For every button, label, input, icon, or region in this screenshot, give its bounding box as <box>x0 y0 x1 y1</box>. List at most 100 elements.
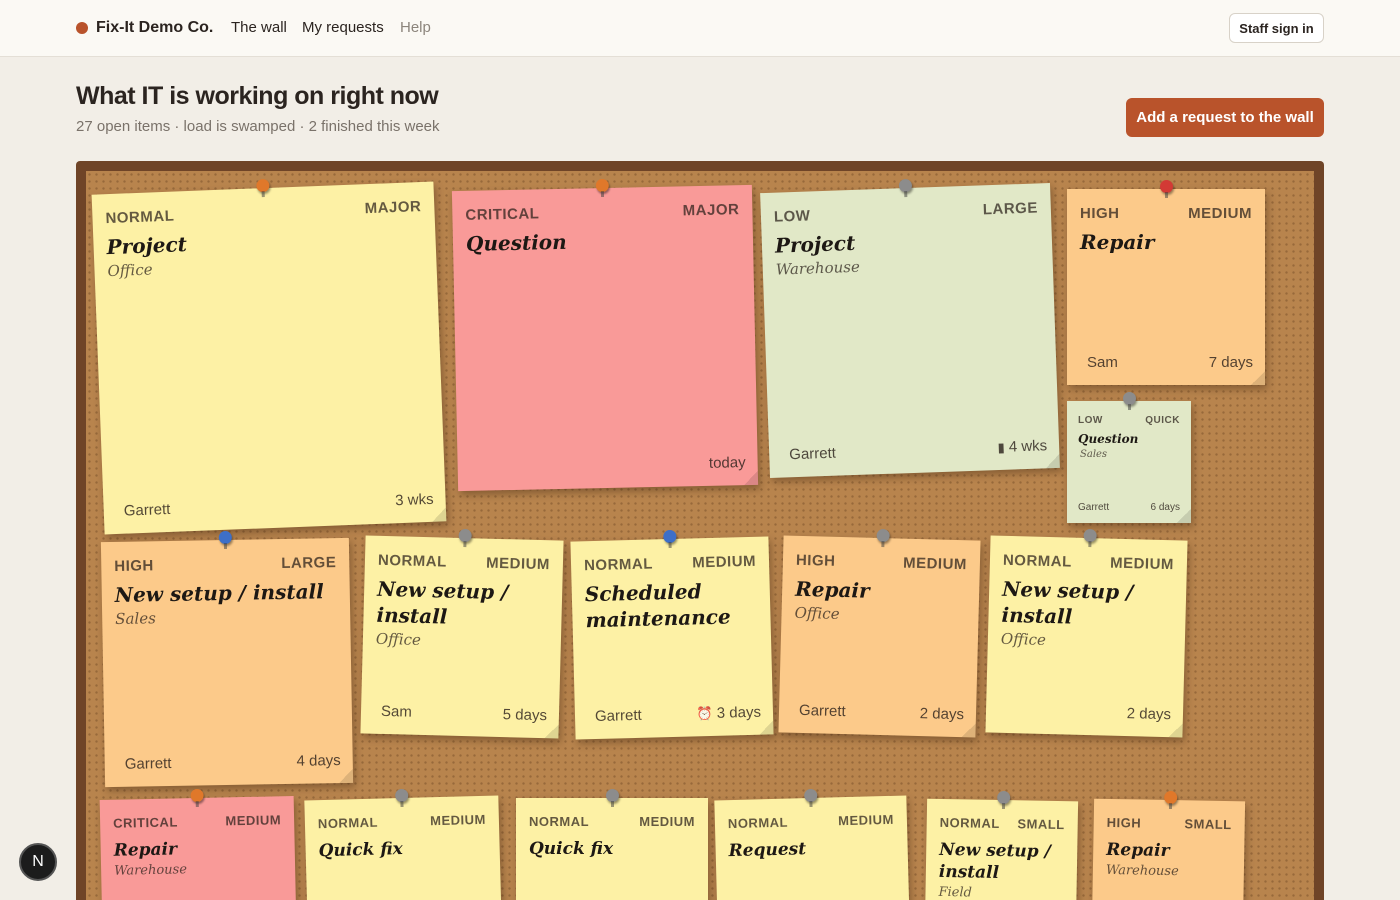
note-age: 2 days <box>920 705 965 723</box>
note-title: Repair <box>113 839 178 861</box>
note-age: 2 days <box>1127 705 1172 723</box>
note-title: Repair <box>1106 839 1170 862</box>
push-pin-icon <box>1123 392 1136 410</box>
note-age: 5 days <box>503 706 548 724</box>
note-priority: NORMAL <box>377 551 448 571</box>
note-size: LARGE <box>281 554 337 573</box>
dev-tools-badge[interactable]: N <box>19 843 57 881</box>
note-title: Project <box>774 230 856 258</box>
sticky-note[interactable]: CRITICAL MEDIUM Repair Warehouse <box>99 788 297 900</box>
note-age-text: 2 days <box>919 705 965 724</box>
note-age: 7 days <box>1209 354 1253 371</box>
note-title: New setup / install <box>938 839 1051 883</box>
note-priority: NORMAL <box>727 814 789 832</box>
push-pin-icon <box>1160 180 1173 198</box>
push-pin-icon <box>1163 790 1177 805</box>
note-age-text: 4 wks <box>1008 437 1048 456</box>
note-location: Warehouse <box>113 862 188 879</box>
note-title: Project <box>106 232 188 260</box>
push-pin-icon <box>875 528 890 543</box>
sticky-note[interactable]: NORMAL MEDIUM Request <box>714 788 910 900</box>
note-age-text: 4 days <box>296 752 341 770</box>
note-location: Warehouse <box>1105 862 1179 880</box>
sticky-note[interactable]: LOW QUICK Question Sales Garrett 6 days <box>1067 392 1191 523</box>
note-location: Warehouse <box>775 257 861 279</box>
push-pin-icon <box>996 790 1010 805</box>
push-pin-icon <box>804 788 818 803</box>
sticky-note[interactable]: NORMAL SMALL New setup / install Field <box>924 790 1079 900</box>
alarm-clock-icon: ⏰ <box>696 705 713 722</box>
note-priority: CRITICAL <box>465 205 540 224</box>
sticky-note[interactable]: NORMAL MAJOR Project Office Garrett 3 wks <box>91 178 447 535</box>
push-pin-icon <box>1082 528 1097 543</box>
page-subtitle: 27 open items · load is swamped · 2 fini… <box>76 118 440 135</box>
note-size: SMALL <box>1184 816 1232 833</box>
page-title: What IT is working on right now <box>76 82 439 110</box>
note-size: MEDIUM <box>1109 554 1175 574</box>
note-priority: HIGH <box>114 557 154 575</box>
note-age-text: 5 days <box>502 706 548 725</box>
nav-link-help[interactable]: Help <box>400 19 431 36</box>
note-owner: Sam <box>1087 354 1118 371</box>
note-location: Office <box>107 260 153 281</box>
note-size: MEDIUM <box>902 554 968 574</box>
note-age: ▮ 4 wks <box>997 437 1047 456</box>
push-pin-icon <box>606 789 619 807</box>
note-title: Repair <box>1080 230 1155 254</box>
staff-sign-in-button[interactable]: Staff sign in <box>1229 13 1324 43</box>
sticky-note[interactable]: NORMAL MEDIUM Quick fix <box>304 788 502 900</box>
note-location: Sales <box>1080 449 1108 460</box>
note-priority: NORMAL <box>939 814 1000 831</box>
sticky-note[interactable]: HIGH LARGE New setup / install Sales Garrett… <box>100 530 354 788</box>
push-pin-icon <box>256 178 270 193</box>
note-age-text: 6 days <box>1150 502 1180 513</box>
note-priority: HIGH <box>1106 814 1142 831</box>
note-title: New setup / install <box>1001 576 1134 629</box>
sticky-note[interactable]: HIGH MEDIUM Repair Office Garrett 2 days <box>778 528 981 738</box>
sticky-note[interactable]: NORMAL MEDIUM New setup / install Office 2 d… <box>985 528 1188 738</box>
sticky-note[interactable]: NORMAL MEDIUM Quick fix <box>516 789 708 900</box>
brand-name[interactable]: Fix-It Demo Co. <box>96 19 213 37</box>
note-size: MEDIUM <box>639 814 695 829</box>
note-age: 4 days <box>296 752 340 770</box>
sticky-note[interactable]: LOW LARGE Project Warehouse Garrett ▮ 4 wks <box>760 178 1060 478</box>
note-priority: HIGH <box>1080 205 1120 222</box>
sticky-note[interactable]: HIGH MEDIUM Repair Sam 7 days <box>1067 180 1265 385</box>
note-title: Question <box>1078 432 1139 446</box>
sticky-note[interactable]: CRITICAL MAJOR Question today <box>451 178 759 492</box>
push-pin-icon <box>395 788 409 803</box>
add-request-button[interactable]: Add a request to the wall <box>1126 98 1324 137</box>
sticky-note[interactable]: NORMAL MEDIUM New setup / install Office Sam… <box>360 528 564 739</box>
note-size: MAJOR <box>364 198 422 218</box>
nav-link-my-requests[interactable]: My requests <box>302 19 384 36</box>
note-location: Office <box>1000 629 1047 649</box>
note-title: New setup / install <box>114 579 324 607</box>
note-size: QUICK <box>1145 415 1180 426</box>
note-owner: Sam <box>380 702 413 721</box>
note-size: SMALL <box>1017 816 1065 833</box>
note-size: MEDIUM <box>429 811 487 829</box>
top-nav: Fix-It Demo Co. The wall My requests Hel… <box>0 0 1400 57</box>
note-owner: Garrett <box>124 754 172 773</box>
sticky-note[interactable]: NORMAL MEDIUM Scheduled maintenance Garrett… <box>570 529 774 740</box>
push-pin-icon <box>898 178 913 193</box>
nav-link-the-wall[interactable]: The wall <box>231 19 287 36</box>
brand-logo-dot <box>76 22 88 34</box>
sticky-note[interactable]: HIGH SMALL Repair Warehouse <box>1091 790 1246 900</box>
note-size: MAJOR <box>682 201 740 220</box>
note-location: Field <box>938 884 972 900</box>
note-age-text: 3 days <box>716 703 762 722</box>
note-priority: NORMAL <box>105 207 175 228</box>
note-size: MEDIUM <box>837 811 895 829</box>
note-owner: Garrett <box>788 444 837 464</box>
note-size: MEDIUM <box>691 552 757 572</box>
note-title: Question <box>465 229 567 256</box>
note-age-text: today <box>708 454 746 472</box>
note-age: 6 days <box>1151 502 1180 513</box>
note-priority: NORMAL <box>1002 551 1072 571</box>
note-owner: Garrett <box>798 701 846 721</box>
note-priority: HIGH <box>795 551 836 570</box>
note-title: Quick fix <box>529 839 614 859</box>
note-owner: Garrett <box>594 706 642 726</box>
note-priority: NORMAL <box>583 555 654 575</box>
